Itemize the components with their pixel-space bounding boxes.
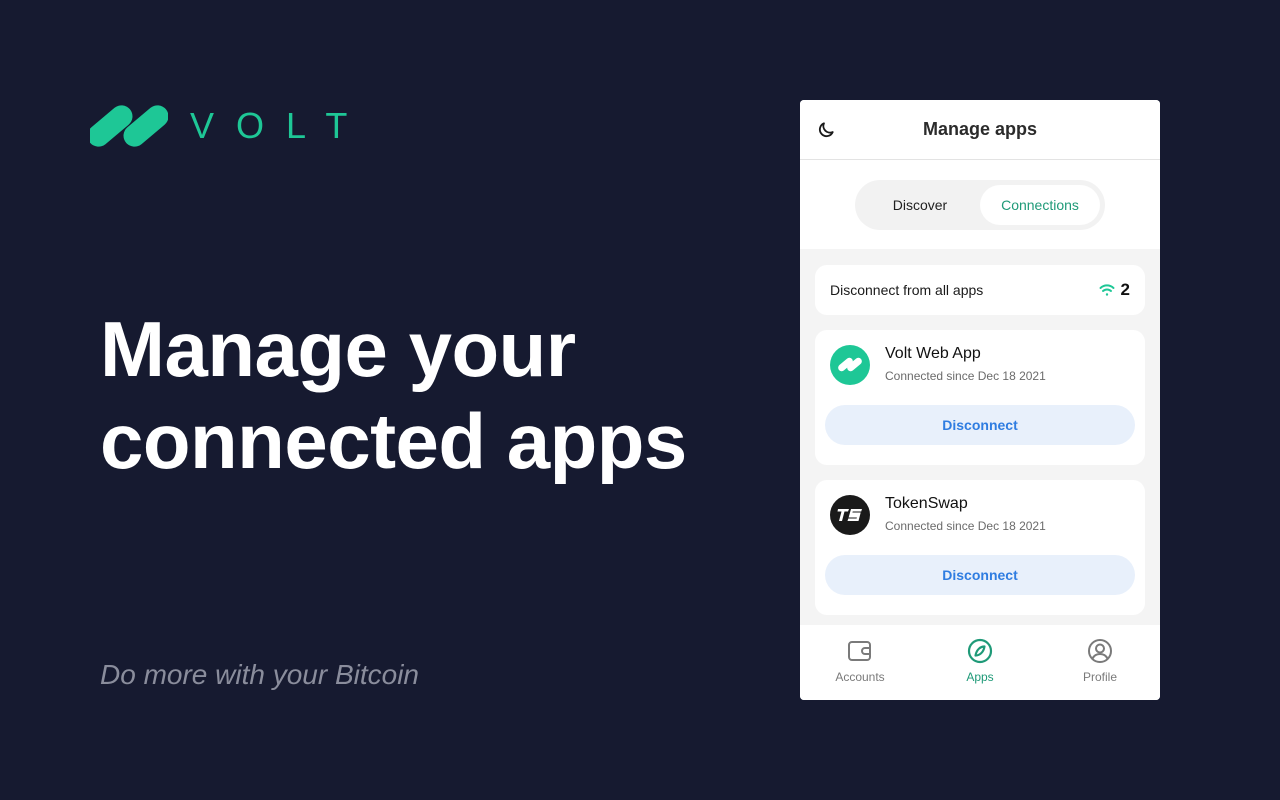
connection-count-value: 2 — [1120, 280, 1130, 299]
disconnect-button[interactable]: Disconnect — [825, 555, 1135, 595]
manage-apps-panel: Manage apps Discover Connections Disconn… — [800, 100, 1160, 700]
tab-connections[interactable]: Connections — [980, 184, 1100, 225]
brand-logo: VOLT — [90, 100, 369, 152]
disconnect-all-row[interactable]: Disconnect from all apps 2 — [815, 265, 1145, 315]
connections-list: Disconnect from all apps 2 Volt Web App … — [800, 249, 1160, 615]
nav-apps[interactable]: Apps — [920, 625, 1040, 700]
app-card: Volt Web App Connected since Dec 18 2021… — [815, 330, 1145, 465]
tab-discover[interactable]: Discover — [860, 185, 980, 225]
compass-icon — [967, 638, 993, 664]
app-name: TokenSwap — [885, 495, 968, 512]
nav-profile[interactable]: Profile — [1040, 625, 1160, 700]
panel-header: Manage apps — [800, 100, 1160, 160]
disconnect-button[interactable]: Disconnect — [825, 405, 1135, 445]
brand-name: VOLT — [190, 105, 370, 146]
panel-title: Manage apps — [922, 119, 1038, 139]
nav-label: Accounts — [835, 670, 885, 684]
volt-app-logo — [830, 345, 870, 385]
moon-icon[interactable] — [816, 120, 836, 140]
app-card: TokenSwap Connected since Dec 18 2021 Di… — [815, 480, 1145, 615]
bottom-nav: Accounts Apps Profile — [800, 625, 1160, 700]
connection-count: 2 — [1099, 280, 1130, 300]
volt-logo-icon — [90, 105, 168, 147]
hero-headline: Manage your connected apps — [100, 303, 687, 487]
volt-logo-icon — [838, 357, 862, 372]
user-circle-icon — [1088, 639, 1112, 663]
nav-accounts[interactable]: Accounts — [800, 625, 920, 700]
wifi-icon — [1099, 284, 1115, 296]
headline-line-2: connected apps — [100, 397, 687, 485]
segmented-control: Discover Connections — [855, 179, 1105, 230]
app-name: Volt Web App — [885, 345, 981, 362]
app-connected-since: Connected since Dec 18 2021 — [885, 519, 1046, 533]
wallet-icon — [848, 641, 871, 661]
nav-label: Profile — [1082, 670, 1117, 684]
tokenswap-logo-icon — [837, 509, 862, 521]
app-connected-since: Connected since Dec 18 2021 — [885, 369, 1046, 383]
tokenswap-app-logo — [830, 495, 870, 535]
headline-line-1: Manage your — [100, 305, 576, 393]
disconnect-all-label: Disconnect from all apps — [830, 282, 984, 298]
nav-label: Apps — [966, 670, 994, 684]
tab-bar-wrapper: Discover Connections — [800, 160, 1160, 249]
hero-tagline: Do more with your Bitcoin — [100, 659, 420, 690]
